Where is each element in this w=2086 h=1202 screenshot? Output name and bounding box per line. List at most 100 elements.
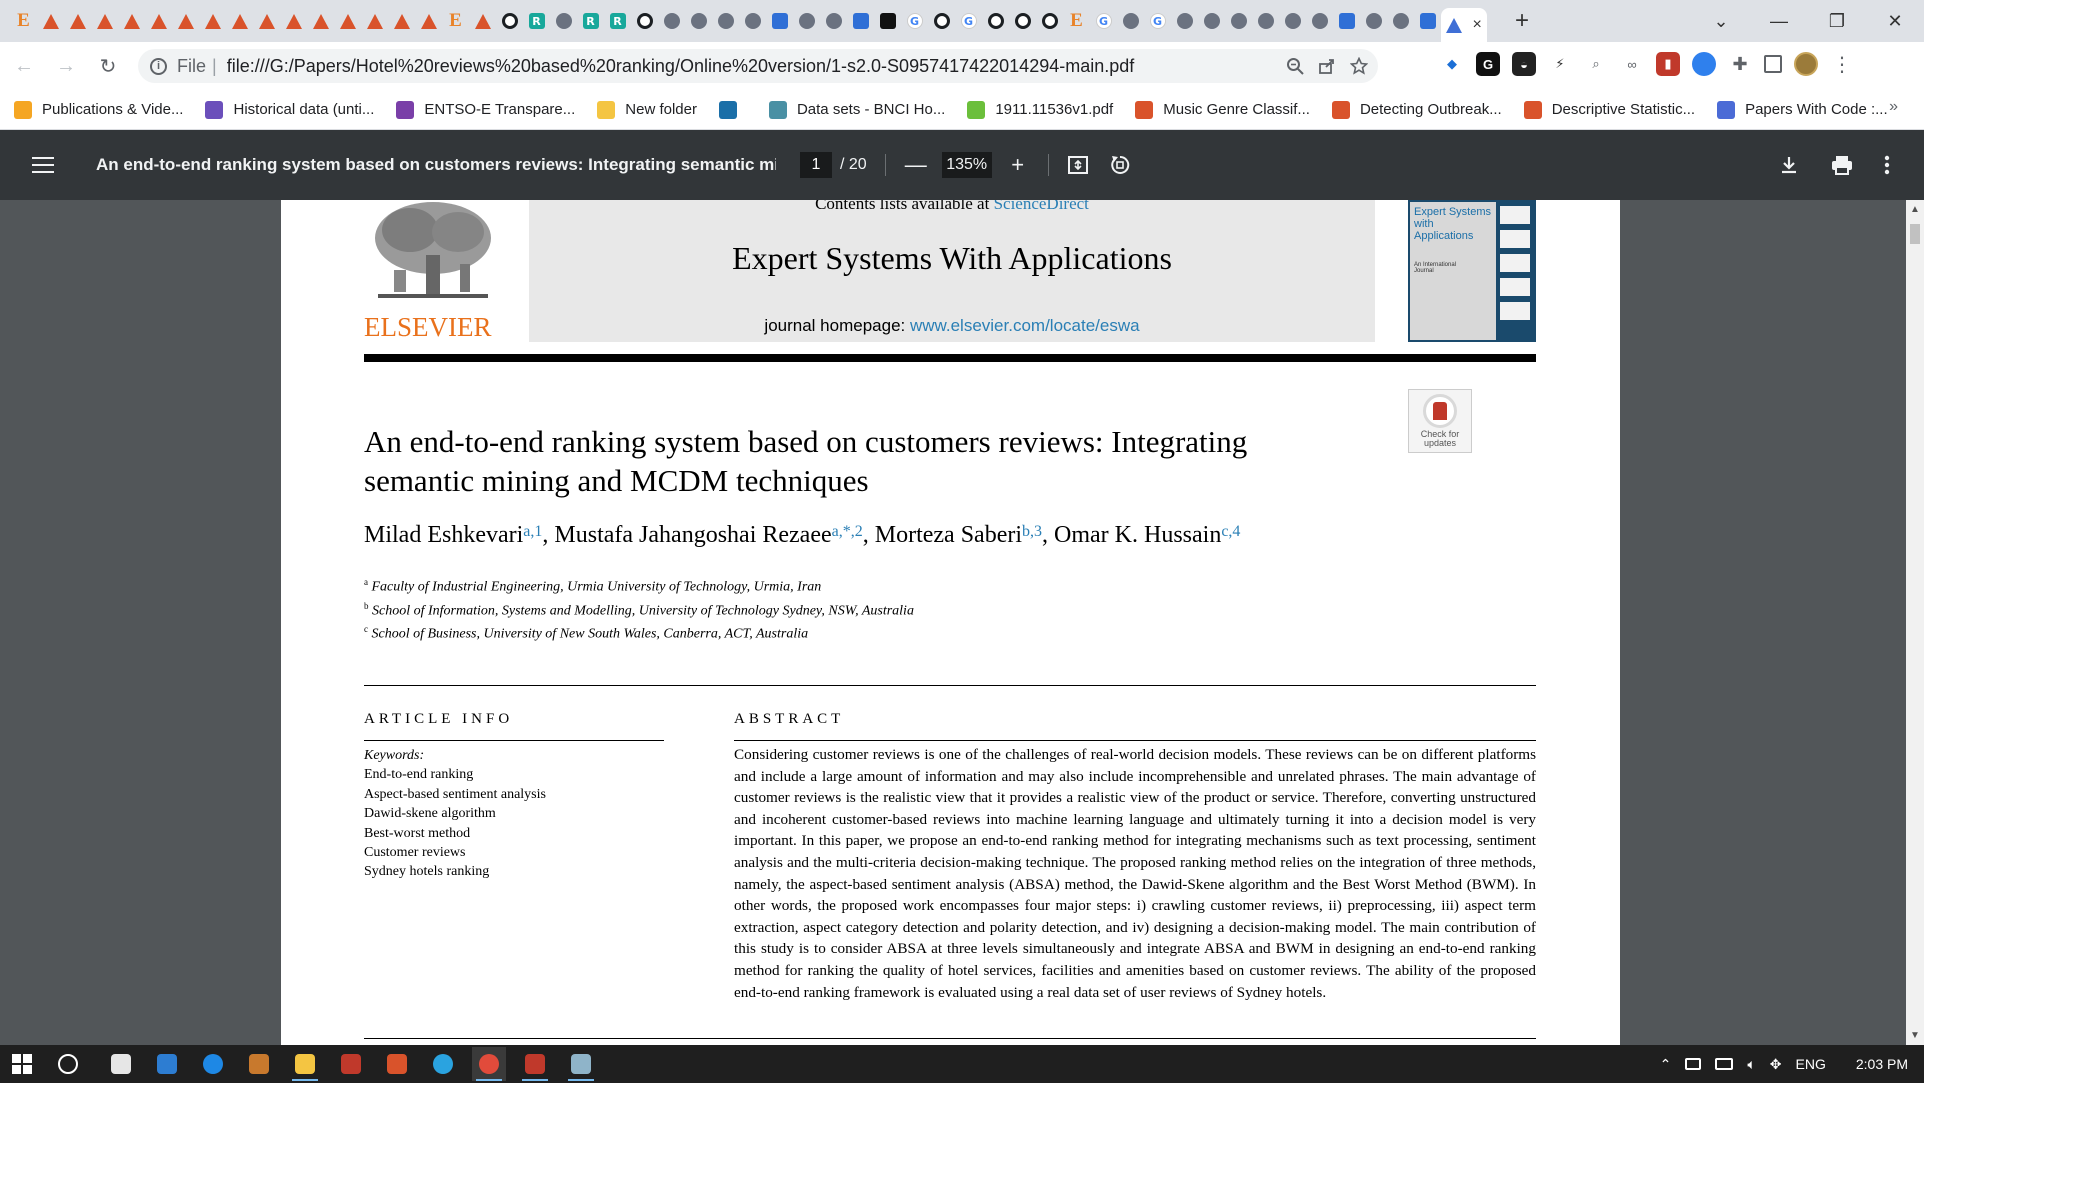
tray-chevron-icon[interactable]: ⌃ <box>1660 1056 1672 1073</box>
browser-tab[interactable] <box>280 6 307 36</box>
browser-tab[interactable]: G <box>1144 6 1171 36</box>
browser-tab[interactable] <box>1009 6 1036 36</box>
reload-button[interactable]: ↻ <box>90 54 126 79</box>
browser-tab[interactable] <box>928 6 955 36</box>
bookmark-item[interactable]: Historical data (unti... <box>205 100 374 119</box>
browser-tab[interactable] <box>37 6 64 36</box>
browser-tab[interactable]: E <box>10 6 37 36</box>
browser-tab[interactable] <box>172 6 199 36</box>
clock[interactable]: 2:03 PM <box>1856 1056 1908 1072</box>
bookmark-item[interactable]: Data sets - BNCI Ho... <box>768 100 945 119</box>
new-tab-button[interactable]: + <box>1505 7 1539 35</box>
browser-tab[interactable] <box>1198 6 1225 36</box>
bookmark-item[interactable]: Detecting Outbreak... <box>1331 100 1502 119</box>
volume-icon[interactable]: 🔈︎ <box>1747 1056 1755 1073</box>
zoom-icon[interactable] <box>1286 57 1304 75</box>
taskbar-app-button[interactable] <box>242 1047 276 1081</box>
scroll-thumb[interactable] <box>1910 224 1920 244</box>
browser-tab[interactable] <box>1414 6 1441 36</box>
browser-tab[interactable] <box>982 6 1009 36</box>
browser-tab[interactable] <box>226 6 253 36</box>
share-icon[interactable] <box>1318 57 1336 75</box>
scroll-down-icon[interactable]: ▼ <box>1910 1030 1920 1041</box>
tab-search-button[interactable]: ⌄ <box>1692 11 1750 32</box>
browser-tab[interactable] <box>685 6 712 36</box>
active-tab[interactable]: × <box>1441 8 1487 42</box>
zoom-level-input[interactable]: 135% <box>941 152 992 178</box>
pdf-viewer[interactable]: ELSEVIER Contents lists available at Sci… <box>0 200 1924 1045</box>
print-icon[interactable] <box>1830 154 1854 176</box>
taskbar-app-button[interactable] <box>518 1047 552 1081</box>
browser-tab[interactable]: G <box>955 6 982 36</box>
forward-button[interactable]: → <box>48 55 84 78</box>
browser-tab[interactable] <box>1171 6 1198 36</box>
browser-tab[interactable] <box>1225 6 1252 36</box>
bookmark-item[interactable]: ENTSO-E Transpare... <box>396 100 575 119</box>
browser-tab[interactable] <box>847 6 874 36</box>
viewer-scrollbar[interactable]: ▲ ▼ <box>1906 200 1924 1045</box>
more-bookmarks-icon[interactable]: » <box>1889 98 1898 116</box>
browser-tab[interactable] <box>64 6 91 36</box>
bookmark-item[interactable]: Publications & Vide... <box>14 100 183 119</box>
browser-tab[interactable]: R <box>577 6 604 36</box>
browser-tab[interactable] <box>874 6 901 36</box>
taskbar-app-button[interactable] <box>150 1047 184 1081</box>
close-window-button[interactable]: ✕ <box>1866 11 1924 32</box>
browser-tab[interactable]: G <box>1090 6 1117 36</box>
extension-red-icon[interactable]: ▮ <box>1656 52 1680 76</box>
browser-tab[interactable] <box>388 6 415 36</box>
windows-start-icon[interactable] <box>12 1054 32 1074</box>
browser-tab[interactable] <box>793 6 820 36</box>
menu-icon[interactable] <box>32 157 54 173</box>
browser-tab[interactable] <box>1279 6 1306 36</box>
browser-tab[interactable] <box>631 6 658 36</box>
url-text[interactable]: file:///G:/Papers/Hotel%20reviews%20base… <box>227 56 1135 77</box>
browser-tab[interactable] <box>1117 6 1144 36</box>
author-affiliation-ref[interactable]: c,4 <box>1221 523 1240 540</box>
browser-menu-icon[interactable]: ⋮ <box>1830 52 1854 76</box>
extension-translate-icon[interactable]: ⌕ <box>1584 52 1608 76</box>
info-icon[interactable]: i <box>150 57 167 75</box>
side-panel-icon[interactable] <box>1764 55 1782 73</box>
scroll-up-icon[interactable]: ▲ <box>1910 204 1920 215</box>
bookmark-item[interactable] <box>718 100 747 119</box>
check-for-updates-badge[interactable]: Check for updates <box>1408 389 1472 453</box>
more-options-icon[interactable] <box>1884 154 1890 176</box>
bookmark-item[interactable]: 1911.11536v1.pdf <box>967 100 1113 119</box>
extension-g-icon[interactable]: G <box>1476 52 1500 76</box>
minimize-button[interactable]: — <box>1750 11 1808 32</box>
browser-tab[interactable] <box>415 6 442 36</box>
browser-tab[interactable]: G <box>901 6 928 36</box>
extension-bolt-icon[interactable]: ⚡ <box>1548 52 1572 76</box>
taskbar-telegram-button[interactable] <box>426 1047 460 1081</box>
bookmark-item[interactable]: New folder <box>597 100 697 119</box>
restore-button[interactable]: ❐ <box>1808 11 1866 32</box>
taskbar-edge-button[interactable] <box>196 1047 230 1081</box>
browser-tab[interactable] <box>766 6 793 36</box>
bookmark-item[interactable]: Papers With Code :... <box>1717 100 1888 119</box>
browser-tab[interactable] <box>1252 6 1279 36</box>
bookmark-item[interactable]: Descriptive Statistic... <box>1523 100 1695 119</box>
browser-tab[interactable] <box>145 6 172 36</box>
sciencedirect-link[interactable]: ScienceDirect <box>994 200 1089 213</box>
zoom-in-button[interactable]: + <box>1006 152 1030 178</box>
extension-mask-icon[interactable]: ◒ <box>1512 52 1536 76</box>
browser-tab[interactable] <box>253 6 280 36</box>
browser-tab[interactable] <box>496 6 523 36</box>
browser-tab[interactable] <box>91 6 118 36</box>
extension-blue-icon[interactable] <box>1692 52 1716 76</box>
bookmark-star-icon[interactable] <box>1350 57 1368 75</box>
extension-link-icon[interactable]: ∞ <box>1620 52 1644 76</box>
browser-tab[interactable] <box>469 6 496 36</box>
bookmark-item[interactable]: Music Genre Classif... <box>1135 100 1310 119</box>
browser-tab[interactable] <box>361 6 388 36</box>
taskbar-chrome-button[interactable] <box>472 1047 506 1081</box>
browser-tab[interactable] <box>739 6 766 36</box>
battery-icon[interactable] <box>1685 1058 1702 1070</box>
network-icon[interactable] <box>1715 1058 1734 1070</box>
back-button[interactable]: ← <box>6 55 42 78</box>
input-language[interactable]: ENG <box>1796 1056 1826 1072</box>
extensions-puzzle-icon[interactable]: ✚ <box>1728 52 1752 76</box>
browser-tab[interactable] <box>1333 6 1360 36</box>
taskbar-app-button[interactable] <box>334 1047 368 1081</box>
